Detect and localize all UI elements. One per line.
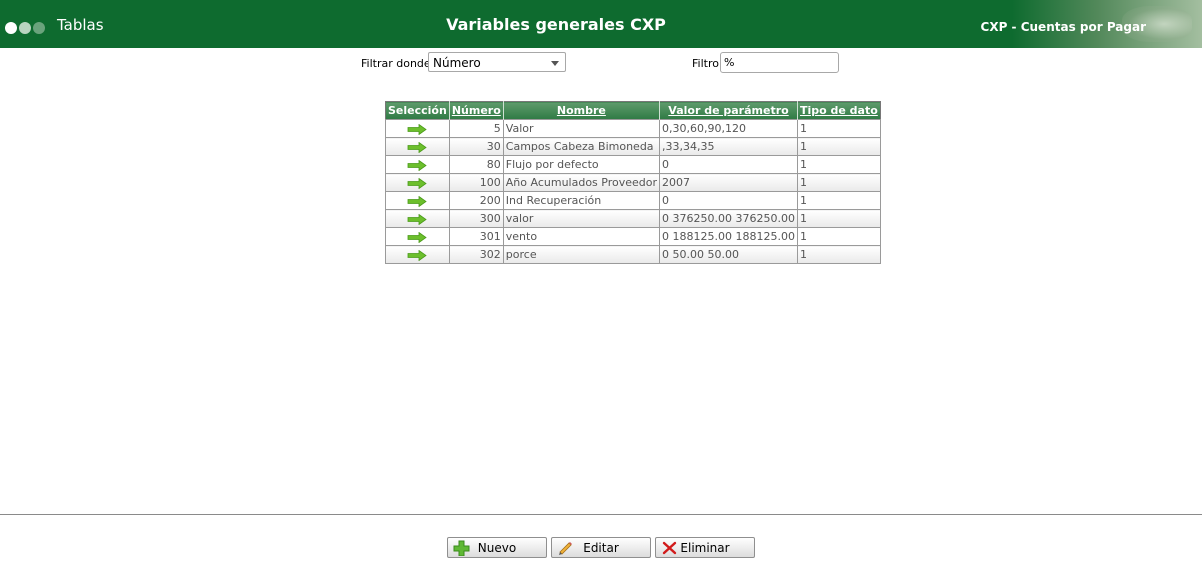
cell-number: 301: [448, 227, 504, 246]
header-selection: Selección: [385, 101, 450, 120]
cell-number: 5: [448, 119, 504, 138]
cell-name: valor: [502, 209, 661, 228]
select-arrow-icon[interactable]: [407, 249, 428, 261]
table-row: 300 valor 0 376250.00 376250.00 1: [385, 209, 881, 228]
table-row: 100 Año Acumulados Proveedor 2007 1: [385, 173, 881, 192]
table-row: 80 Flujo por defecto 0 1: [385, 155, 881, 174]
cell-value: 0,30,60,90,120: [659, 119, 798, 138]
sort-value-link[interactable]: Valor de parámetro: [668, 104, 788, 117]
cell-value: ,33,34,35: [659, 137, 798, 156]
delete-x-icon: [662, 541, 677, 555]
cell-number: 30: [448, 137, 504, 156]
table-row: 301 vento 0 188125.00 188125.00 1: [385, 227, 881, 246]
cell-number: 302: [448, 245, 504, 264]
filter-input[interactable]: [720, 52, 839, 73]
cell-name: vento: [502, 227, 661, 246]
filter-field-select[interactable]: Número: [428, 52, 566, 72]
delete-button[interactable]: Eliminar: [655, 537, 755, 558]
pencil-icon: [559, 542, 572, 555]
select-arrow-icon[interactable]: [407, 231, 428, 243]
sort-name-link[interactable]: Nombre: [557, 104, 606, 117]
header-type[interactable]: Tipo de dato: [796, 101, 881, 120]
cell-type: 1: [796, 119, 881, 138]
plus-icon: [453, 540, 470, 556]
cell-name: Flujo por defecto: [502, 155, 661, 174]
cell-value: 0 188125.00 188125.00: [659, 227, 798, 246]
select-arrow-icon[interactable]: [407, 159, 428, 171]
app-name: CXP - Cuentas por Pagar: [980, 20, 1146, 34]
sort-number-link[interactable]: Número: [452, 104, 501, 117]
row-select-cell[interactable]: [385, 137, 450, 156]
new-button[interactable]: Nuevo: [447, 537, 547, 558]
table-row: 5 Valor 0,30,60,90,120 1: [385, 119, 881, 138]
table-row: 302 porce 0 50.00 50.00 1: [385, 245, 881, 264]
select-arrow-icon[interactable]: [407, 213, 428, 225]
table-header-row: Selección Número Nombre Valor de parámet…: [385, 101, 881, 120]
cell-value: 2007: [659, 173, 798, 192]
row-select-cell[interactable]: [385, 119, 450, 138]
select-arrow-icon[interactable]: [407, 177, 428, 189]
app-header: Tablas Variables generales CXP CXP - Cue…: [0, 0, 1202, 48]
table-row: 200 Ind Recuperación 0 1: [385, 191, 881, 210]
filter-label: Filtro: [692, 57, 719, 70]
divider: [0, 514, 1202, 515]
cell-number: 100: [448, 173, 504, 192]
cell-value: 0: [659, 155, 798, 174]
row-select-cell[interactable]: [385, 191, 450, 210]
cell-name: Ind Recuperación: [502, 191, 661, 210]
select-arrow-icon[interactable]: [407, 123, 428, 135]
cell-value: 0: [659, 191, 798, 210]
page-title: Variables generales CXP: [446, 15, 666, 34]
filter-where-label: Filtrar donde: [361, 57, 431, 70]
cell-type: 1: [796, 191, 881, 210]
cell-type: 1: [796, 227, 881, 246]
cell-number: 80: [448, 155, 504, 174]
row-select-cell[interactable]: [385, 245, 450, 264]
cell-number: 300: [448, 209, 504, 228]
cell-value: 0 50.00 50.00: [659, 245, 798, 264]
cell-name: Campos Cabeza Bimoneda: [502, 137, 661, 156]
chevron-down-icon[interactable]: [551, 61, 559, 66]
cell-value: 0 376250.00 376250.00: [659, 209, 798, 228]
edit-button[interactable]: Editar: [551, 537, 651, 558]
cell-name: porce: [502, 245, 661, 264]
table-row: 30 Campos Cabeza Bimoneda ,33,34,35 1: [385, 137, 881, 156]
header-value[interactable]: Valor de parámetro: [659, 101, 798, 120]
row-select-cell[interactable]: [385, 155, 450, 174]
cell-name: Valor: [502, 119, 661, 138]
row-select-cell[interactable]: [385, 227, 450, 246]
sort-type-link[interactable]: Tipo de dato: [800, 104, 878, 117]
header-number[interactable]: Número: [448, 101, 504, 120]
filter-field-value: Número: [433, 56, 481, 70]
select-arrow-icon[interactable]: [407, 195, 428, 207]
row-select-cell[interactable]: [385, 209, 450, 228]
cell-type: 1: [796, 245, 881, 264]
cell-number: 200: [448, 191, 504, 210]
cell-type: 1: [796, 155, 881, 174]
parameters-table: Selección Número Nombre Valor de parámet…: [385, 101, 881, 264]
cell-type: 1: [796, 137, 881, 156]
row-select-cell[interactable]: [385, 173, 450, 192]
header-name[interactable]: Nombre: [502, 101, 660, 120]
cell-type: 1: [796, 173, 881, 192]
cell-type: 1: [796, 209, 881, 228]
cell-name: Año Acumulados Proveedor: [502, 173, 661, 192]
select-arrow-icon[interactable]: [407, 141, 428, 153]
